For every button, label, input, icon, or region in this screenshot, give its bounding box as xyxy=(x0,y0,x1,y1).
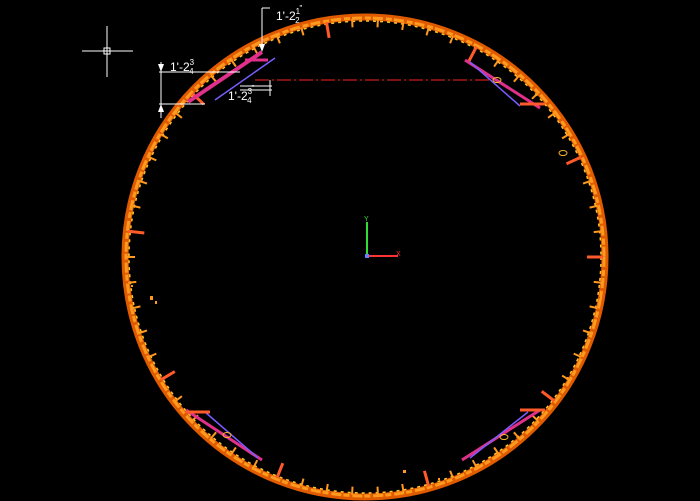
scan-noise xyxy=(131,285,602,480)
svg-text:X: X xyxy=(396,251,401,258)
bolt-marker xyxy=(499,434,509,440)
ring-rib xyxy=(210,431,217,440)
ring-rib xyxy=(471,459,478,468)
ring-rib xyxy=(139,180,148,185)
ring-rib xyxy=(128,280,137,284)
ring-rib xyxy=(593,280,602,284)
ring-rib xyxy=(565,155,582,166)
ring-rib xyxy=(467,45,478,62)
crosshair-cursor-icon xyxy=(82,26,133,77)
ring-rib xyxy=(325,21,331,39)
ring-rib xyxy=(422,470,431,487)
ring-rib xyxy=(275,462,285,479)
ring-rib xyxy=(593,230,602,234)
ring-rib xyxy=(540,390,556,403)
ring-rib xyxy=(252,46,259,55)
ring-rib xyxy=(128,229,145,235)
ring-rib xyxy=(230,446,237,455)
dimension-text-left-inner: 1'-23 4" xyxy=(228,84,255,105)
ring-rib xyxy=(325,483,329,493)
ring-rib xyxy=(174,112,183,119)
ring-rib xyxy=(160,133,169,140)
dimension-left-inner[interactable]: 1'-23 4" xyxy=(228,80,272,105)
ring-rib xyxy=(425,27,430,36)
point-cloud-viewport[interactable]: 1'-21 2" 1'-23 4 1'-23 4" Y X xyxy=(0,0,700,501)
ring-rib xyxy=(401,483,405,493)
ring-rib xyxy=(300,478,305,487)
ring-rib xyxy=(561,133,570,140)
ring-rib xyxy=(449,470,455,479)
ring-rib xyxy=(230,59,237,68)
dimension-text-left-outer: 1'-23 4 xyxy=(170,58,195,76)
ring-rib xyxy=(493,59,500,68)
ring-rib xyxy=(401,21,405,31)
dimension-text-top: 1'-21 2" xyxy=(276,4,303,25)
ucs-axis-icon: Y X xyxy=(364,216,401,258)
ring-rib xyxy=(160,370,176,381)
bolt-marker xyxy=(558,150,568,156)
ring-rib xyxy=(582,329,591,334)
svg-text:Y: Y xyxy=(364,216,369,223)
ring-rib xyxy=(300,27,305,36)
